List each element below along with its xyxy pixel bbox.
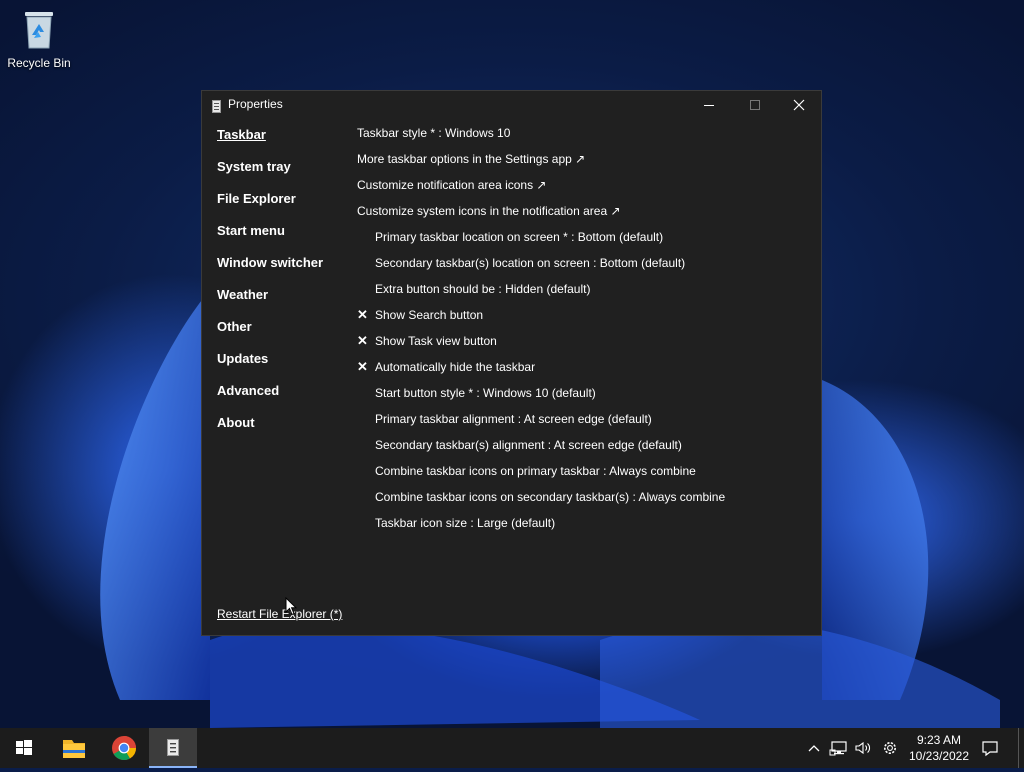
toggle-show-task-view-button[interactable]: ✕ Show Task view button — [357, 333, 807, 359]
nav-item-weather[interactable]: Weather — [217, 287, 347, 319]
restart-file-explorer-link[interactable]: Restart File Explorer (*) — [217, 607, 342, 621]
setting-label: Primary taskbar alignment : At screen ed… — [375, 412, 652, 426]
setting-label: Primary taskbar location on screen * : B… — [375, 230, 664, 244]
chrome-icon — [112, 736, 136, 761]
show-desktop-button[interactable] — [1018, 728, 1019, 768]
checked-x-icon: ✕ — [357, 307, 368, 322]
document-icon — [212, 98, 221, 113]
nav-item-system-tray[interactable]: System tray — [217, 159, 347, 191]
checked-x-icon: ✕ — [357, 333, 368, 348]
setting-extra-button[interactable]: Extra button should be : Hidden (default… — [357, 281, 807, 307]
toggle-auto-hide-taskbar[interactable]: ✕ Automatically hide the taskbar — [357, 359, 807, 385]
setting-label: Automatically hide the taskbar — [375, 360, 536, 374]
checked-x-icon: ✕ — [357, 359, 368, 374]
file-explorer-icon — [63, 740, 85, 758]
setting-label: Combine taskbar icons on secondary taskb… — [375, 490, 726, 504]
properties-window: Properties Taskbar System tray File Expl… — [201, 90, 822, 636]
setting-label: Combine taskbar icons on primary taskbar… — [375, 464, 696, 478]
link-customize-notification-icons[interactable]: Customize notification area icons ↗ — [357, 177, 807, 203]
toggle-show-search-button[interactable]: ✕ Show Search button — [357, 307, 807, 333]
nav-item-about[interactable]: About — [217, 415, 347, 447]
minimize-icon — [704, 105, 714, 106]
windows-start-icon — [16, 740, 32, 755]
setting-taskbar-style[interactable]: Taskbar style * : Windows 10 — [357, 125, 807, 151]
setting-label: Extra button should be : Hidden (default… — [375, 282, 591, 296]
nav-item-start-menu[interactable]: Start menu — [217, 223, 347, 255]
taskbar-file-explorer[interactable] — [50, 728, 98, 768]
setting-taskbar-icon-size[interactable]: Taskbar icon size : Large (default) — [357, 515, 807, 541]
system-clock[interactable]: 9:23 AM 10/23/2022 — [906, 732, 972, 764]
setting-label: Customize system icons in the notificati… — [357, 204, 621, 218]
setting-start-button-style[interactable]: Start button style * : Windows 10 (defau… — [357, 385, 807, 411]
setting-label: More taskbar options in the Settings app… — [357, 152, 586, 166]
setting-label: Taskbar style * : Windows 10 — [357, 126, 511, 140]
notification-icon[interactable] — [980, 738, 1000, 758]
setting-label: Start button style * : Windows 10 (defau… — [375, 386, 596, 400]
setting-combine-primary[interactable]: Combine taskbar icons on primary taskbar… — [357, 463, 807, 489]
link-more-taskbar-options[interactable]: More taskbar options in the Settings app… — [357, 151, 807, 177]
nav-item-window-switcher[interactable]: Window switcher — [217, 255, 347, 287]
setting-label: Secondary taskbar(s) alignment : At scre… — [375, 438, 682, 452]
chevron-up-icon[interactable] — [804, 738, 824, 758]
taskbar: 9:23 AM 10/23/2022 — [0, 728, 1024, 768]
setting-primary-taskbar-alignment[interactable]: Primary taskbar alignment : At screen ed… — [357, 411, 807, 437]
link-customize-system-icons[interactable]: Customize system icons in the notificati… — [357, 203, 807, 229]
setting-label: Show Task view button — [375, 334, 497, 348]
clock-date: 10/23/2022 — [908, 749, 970, 763]
maximize-button[interactable] — [732, 91, 778, 119]
settings-gear-icon[interactable] — [880, 738, 900, 758]
setting-label: Customize notification area icons ↗ — [357, 178, 547, 192]
sidebar-nav: Taskbar System tray File Explorer Start … — [217, 127, 347, 447]
nav-item-other[interactable]: Other — [217, 319, 347, 351]
nav-item-advanced[interactable]: Advanced — [217, 383, 347, 415]
properties-app-icon — [167, 739, 179, 756]
setting-secondary-taskbar-alignment[interactable]: Secondary taskbar(s) alignment : At scre… — [357, 437, 807, 463]
recycle-bin-shortcut[interactable]: Recycle Bin — [4, 6, 74, 70]
setting-secondary-taskbar-location[interactable]: Secondary taskbar(s) location on screen … — [357, 255, 807, 281]
setting-combine-secondary[interactable]: Combine taskbar icons on secondary taskb… — [357, 489, 807, 515]
start-button[interactable] — [0, 728, 48, 768]
volume-icon[interactable] — [853, 738, 873, 758]
taskbar-chrome[interactable] — [100, 728, 148, 768]
recycle-bin-icon — [22, 8, 56, 50]
setting-label: Taskbar icon size : Large (default) — [375, 516, 556, 530]
close-button[interactable] — [776, 91, 822, 119]
nav-item-file-explorer[interactable]: File Explorer — [217, 191, 347, 223]
close-icon — [793, 99, 805, 111]
minimize-button[interactable] — [686, 91, 732, 119]
title-bar[interactable]: Properties — [202, 91, 821, 119]
taskbar-properties-app[interactable] — [149, 728, 197, 768]
nav-item-taskbar[interactable]: Taskbar — [217, 127, 347, 159]
settings-list: Taskbar style * : Windows 10 More taskba… — [357, 125, 807, 541]
recycle-bin-label: Recycle Bin — [7, 56, 71, 70]
mouse-cursor-icon — [285, 596, 298, 616]
network-icon[interactable] — [829, 738, 849, 758]
setting-label: Show Search button — [375, 308, 484, 322]
setting-primary-taskbar-location[interactable]: Primary taskbar location on screen * : B… — [357, 229, 807, 255]
window-title: Properties — [228, 97, 283, 111]
nav-item-updates[interactable]: Updates — [217, 351, 347, 383]
setting-label: Secondary taskbar(s) location on screen … — [375, 256, 686, 270]
clock-time: 9:23 AM — [916, 733, 962, 747]
maximize-icon — [750, 100, 760, 110]
